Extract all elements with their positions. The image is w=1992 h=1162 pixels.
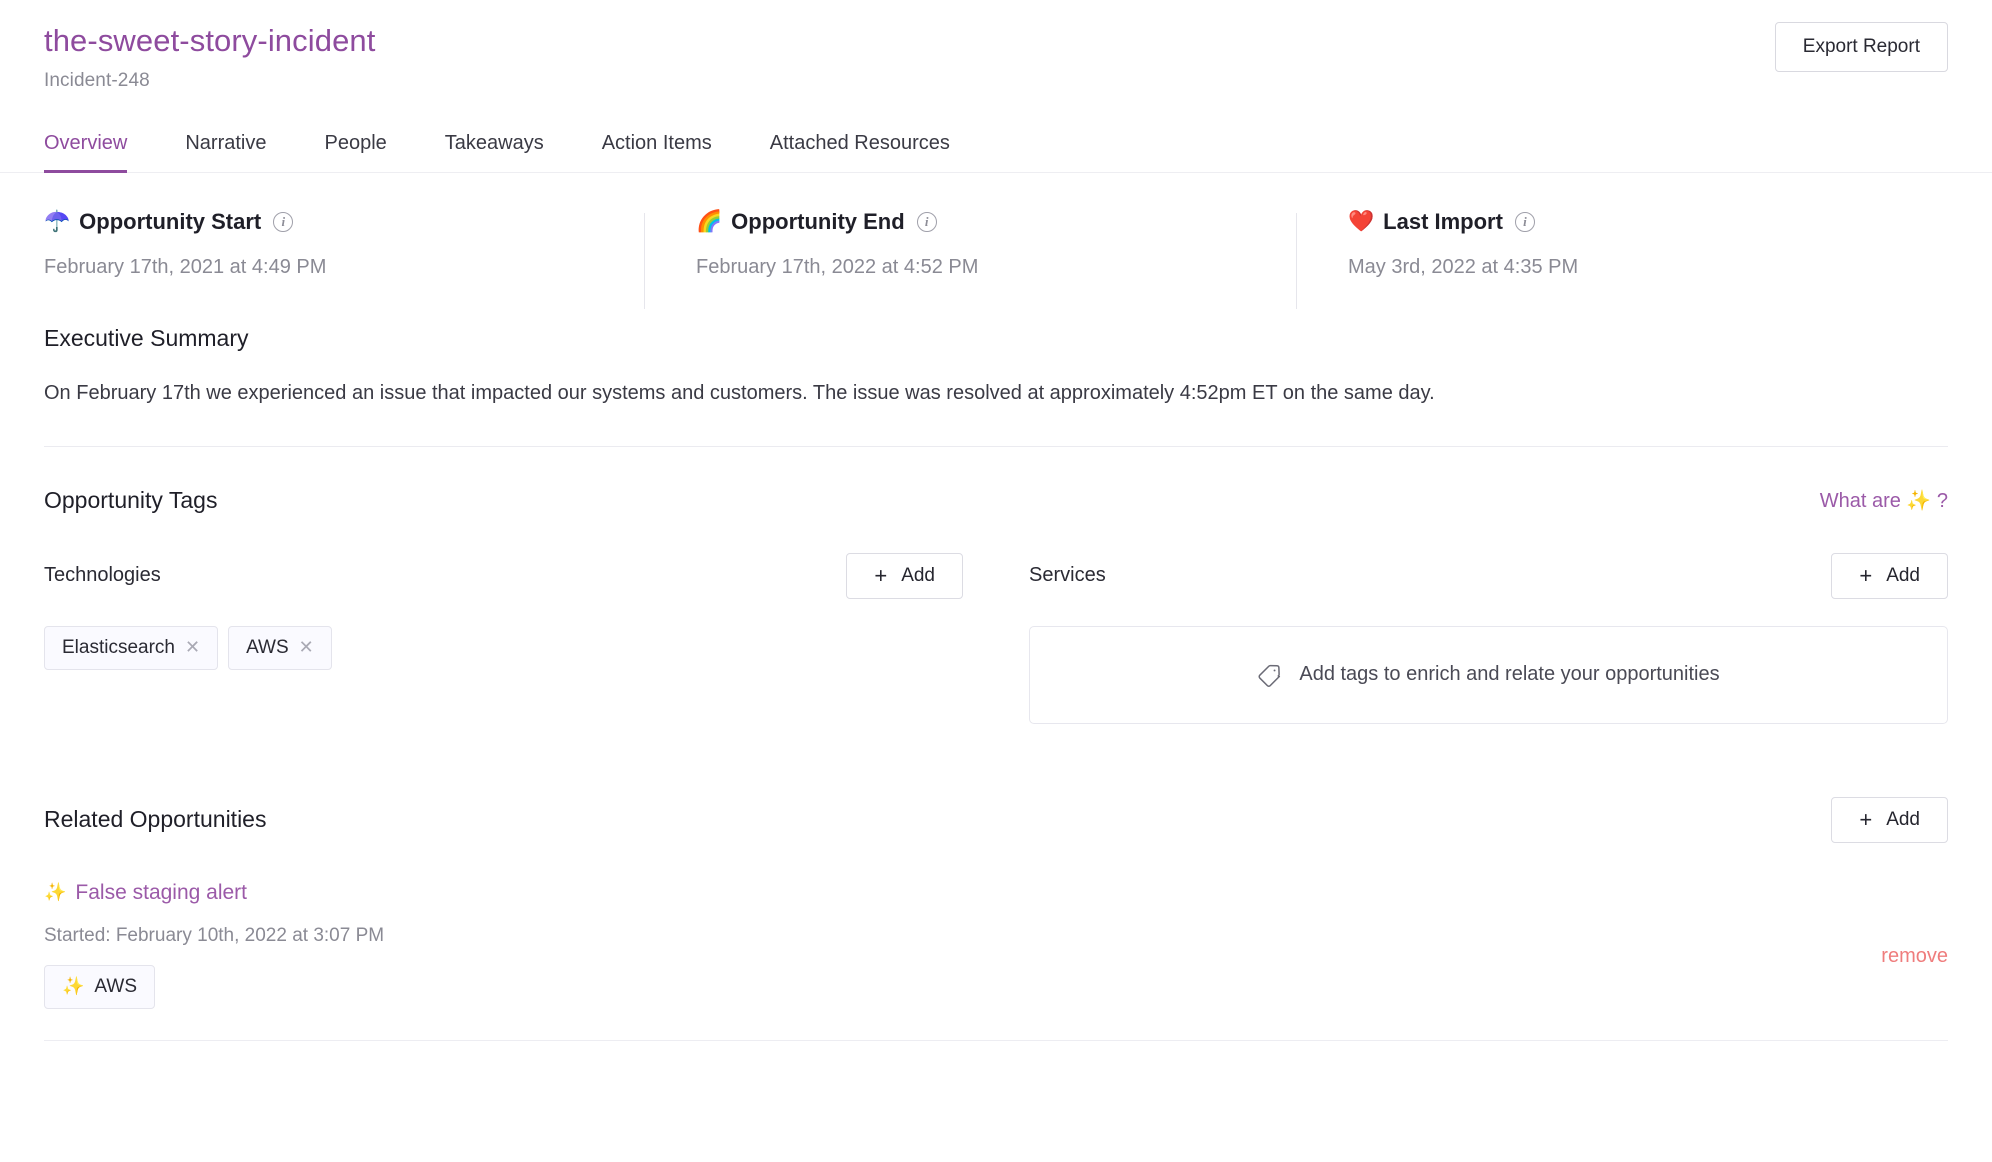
tag-chip-label: Elasticsearch: [62, 636, 175, 658]
tag-chip[interactable]: Elasticsearch ✕: [44, 625, 219, 670]
related-opportunities-header: Related Opportunities + Add: [44, 796, 1948, 843]
metric-header: ☂️ Opportunity Start i: [44, 209, 614, 235]
plus-icon: +: [874, 562, 888, 588]
technologies-header: Technologies + Add: [44, 552, 963, 599]
page-title: the-sweet-story-incident: [44, 23, 376, 58]
header-title-block: the-sweet-story-incident Incident-248: [44, 22, 375, 92]
metric-label: Last Import: [1383, 208, 1503, 234]
services-empty-message: Add tags to enrich and relate your oppor…: [1299, 663, 1720, 686]
rainbow-emoji: 🌈: [696, 210, 723, 234]
tag-chip-label: AWS: [94, 975, 137, 997]
tag-chip[interactable]: ✨ AWS: [44, 964, 155, 1009]
metric-last-import: ❤️ Last Import i May 3rd, 2022 at 4:35 P…: [1296, 209, 1948, 309]
metric-value: May 3rd, 2022 at 4:35 PM: [1348, 255, 1579, 278]
list-item: ✨ False staging alert Started: February …: [44, 881, 1948, 1009]
metric-header: 🌈 Opportunity End i: [696, 209, 1266, 235]
related-opportunity-link[interactable]: ✨ False staging alert: [44, 881, 247, 905]
related-item-details: ✨ False staging alert Started: February …: [44, 881, 384, 1009]
related-opportunity-started: Started: February 10th, 2022 at 3:07 PM: [44, 924, 385, 946]
close-icon[interactable]: ✕: [185, 637, 200, 658]
add-related-label: Add: [1886, 808, 1920, 830]
opportunity-tags-header: Opportunity Tags What are ✨ ?: [44, 487, 1948, 514]
red-heart-emoji: ❤️: [1348, 210, 1375, 234]
close-icon[interactable]: ✕: [299, 637, 314, 658]
services-label: Services: [1029, 564, 1106, 587]
info-icon[interactable]: i: [916, 211, 937, 232]
add-service-label: Add: [1886, 564, 1920, 586]
remove-related-opportunity-link[interactable]: remove: [1881, 945, 1948, 968]
info-icon[interactable]: i: [1514, 211, 1535, 232]
add-technology-label: Add: [901, 564, 935, 586]
plus-icon: +: [1859, 562, 1873, 588]
tab-takeaways[interactable]: Takeaways: [445, 122, 544, 172]
tab-people[interactable]: People: [325, 122, 387, 172]
metric-header: ❤️ Last Import i: [1348, 209, 1918, 235]
related-opportunities-section: Related Opportunities + Add ✨ False stag…: [0, 796, 1992, 1009]
executive-summary-title: Executive Summary: [44, 324, 249, 351]
opportunity-tags-section: Opportunity Tags What are ✨ ? Technologi…: [0, 487, 1992, 724]
what-are-tags-link[interactable]: What are ✨ ?: [1820, 488, 1948, 513]
umbrella-with-rain-emoji: ☂️: [44, 210, 71, 234]
opportunity-tags-title: Opportunity Tags: [44, 486, 218, 513]
metric-label: Opportunity Start: [79, 208, 262, 234]
incident-overview-page: the-sweet-story-incident Incident-248 Ex…: [0, 0, 1992, 1162]
tab-overview[interactable]: Overview: [44, 122, 128, 173]
tab-attached-resources[interactable]: Attached Resources: [770, 122, 950, 172]
services-header: Services + Add: [1029, 552, 1948, 599]
technologies-column: Technologies + Add Elasticsearch ✕ AWS ✕: [44, 552, 963, 724]
add-related-opportunity-button[interactable]: + Add: [1831, 796, 1948, 843]
tag-columns: Technologies + Add Elasticsearch ✕ AWS ✕: [44, 552, 1948, 724]
section-divider: [44, 445, 1948, 447]
related-opportunity-chips: ✨ AWS: [44, 964, 384, 1009]
incident-id-subtitle: Incident-248: [44, 69, 150, 91]
tag-icon: [1258, 664, 1281, 687]
tab-action-items[interactable]: Action Items: [602, 122, 712, 172]
info-icon[interactable]: i: [273, 211, 294, 232]
technologies-label: Technologies: [44, 564, 161, 587]
tab-narrative[interactable]: Narrative: [185, 122, 266, 172]
metric-opportunity-end: 🌈 Opportunity End i February 17th, 2022 …: [644, 209, 1296, 309]
tag-chip[interactable]: AWS ✕: [228, 625, 332, 670]
page-header: the-sweet-story-incident Incident-248 Ex…: [0, 0, 1992, 92]
metric-opportunity-start: ☂️ Opportunity Start i February 17th, 20…: [44, 209, 644, 279]
sparkles-emoji: ✨: [62, 976, 85, 997]
metric-value: February 17th, 2022 at 4:52 PM: [696, 255, 979, 278]
services-empty-state: Add tags to enrich and relate your oppor…: [1029, 625, 1948, 724]
export-report-button[interactable]: Export Report: [1774, 22, 1948, 72]
executive-summary-body: On February 17th we experienced an issue…: [44, 381, 1435, 404]
add-technology-button[interactable]: + Add: [846, 552, 963, 599]
metric-value: February 17th, 2021 at 4:49 PM: [44, 255, 327, 278]
related-opportunities-title: Related Opportunities: [44, 806, 267, 833]
tab-bar: Overview Narrative People Takeaways Acti…: [0, 122, 1992, 173]
services-column: Services + Add Add tags to enrich and re…: [1029, 552, 1948, 724]
related-opportunity-name: False staging alert: [75, 880, 248, 904]
executive-summary-section: Executive Summary On February 17th we ex…: [0, 325, 1992, 408]
bottom-divider: [44, 1039, 1948, 1041]
add-service-button[interactable]: + Add: [1831, 552, 1948, 599]
technology-chips: Elasticsearch ✕ AWS ✕: [44, 625, 963, 670]
metric-cards: ☂️ Opportunity Start i February 17th, 20…: [0, 209, 1992, 309]
metric-label: Opportunity End: [731, 208, 905, 234]
sparkles-emoji: ✨: [44, 882, 67, 903]
tag-chip-label: AWS: [246, 636, 289, 658]
plus-icon: +: [1859, 806, 1873, 832]
